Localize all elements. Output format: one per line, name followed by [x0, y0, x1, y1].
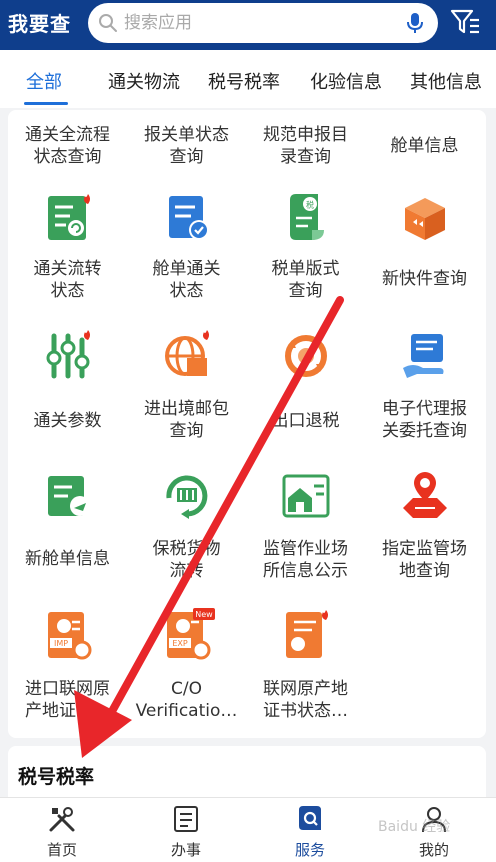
grid-item-label: 税单版式 查询 [271, 259, 340, 301]
grid-item-label: 报关单状态 查询 [144, 125, 229, 167]
grid-item-manifest-info[interactable]: 舱单信息 [365, 135, 484, 157]
grid-item-label: C/O Verificatio… [135, 679, 238, 721]
svg-text:New: New [195, 610, 213, 619]
warehouse-icon [282, 474, 329, 518]
tab-lab-info[interactable]: 化验信息 [310, 68, 382, 94]
grid-item-label: 进口联网原 产地证明… [25, 679, 110, 721]
customs-flow-icon [47, 194, 90, 240]
svg-text:EXP: EXP [172, 639, 188, 648]
bonded-cycle-icon [165, 475, 207, 519]
grid-item-new-manifest[interactable]: 新舱单信息 [8, 468, 127, 570]
grid-item-label: 通关全流程 状态查询 [25, 125, 110, 167]
category-tabs: 全部 通关物流 税号税率 化验信息 其他信息 [0, 50, 496, 108]
globe-mail-icon [164, 330, 209, 376]
active-tab-indicator [24, 102, 68, 105]
watermark: Baidu 经验 [378, 819, 451, 835]
tab-customs-logistics[interactable]: 通关物流 [108, 68, 180, 94]
grid-item-customs-full-status[interactable]: 通关全流程 状态查询 [8, 124, 127, 168]
certificate-status-icon [285, 610, 328, 658]
grid-item-label: 指定监管场 地查询 [382, 539, 467, 581]
grid-item-co-verification[interactable]: EXP New C/O Verificatio… [127, 608, 246, 722]
grid-item-customs-flow[interactable]: 通关流转 状态 [8, 190, 127, 302]
grid-item-label: 监管作业场 所信息公示 [263, 539, 348, 581]
certificate-imp-icon: IMP [47, 612, 91, 660]
checklist-icon [174, 806, 198, 832]
nav-item-service[interactable]: 服务 [248, 804, 372, 860]
grid-item-label: 新快件查询 [382, 269, 467, 289]
nav-label: 我的 [418, 841, 449, 859]
search-box[interactable] [88, 3, 438, 43]
grid-item-label: 通关流转 状态 [33, 259, 102, 301]
refund-cycle-icon [284, 335, 327, 377]
grid-item-label: 新舱单信息 [25, 549, 110, 569]
search-icon [99, 14, 117, 32]
grid-item-label: 保税货物 流转 [152, 539, 221, 581]
search-input[interactable] [124, 3, 384, 43]
grid-item-tax-form[interactable]: 税 税单版式 查询 [246, 190, 365, 302]
grid-item-label: 联网原产地 证书状态… [263, 679, 348, 721]
section-title: 税号税率 [18, 766, 95, 788]
grid-item-import-origin-cert[interactable]: IMP 进口联网原 产地证明… [8, 608, 127, 722]
tab-all[interactable]: 全部 [26, 68, 62, 94]
nav-label: 首页 [46, 841, 77, 859]
grid-item-manifest-status[interactable]: 舱单通关 状态 [127, 190, 246, 302]
flight-document-icon [47, 476, 90, 516]
grid-item-bonded-goods[interactable]: 保税货物 流转 [127, 468, 246, 582]
grid-item-supervision-site[interactable]: 监管作业场 所信息公示 [246, 468, 365, 582]
filter-icon[interactable] [449, 8, 481, 38]
tax-form-icon: 税 [289, 194, 324, 240]
grid-item-label: 规范申报目 录查询 [263, 125, 348, 167]
hand-document-icon [402, 334, 443, 378]
grid-item-agency-entrust[interactable]: 电子代理报 关委托查询 [365, 328, 484, 442]
grid-item-express-query[interactable]: 新快件查询 [365, 190, 484, 290]
svg-text:税: 税 [306, 200, 314, 210]
grid-item-export-refund[interactable]: 出口退税 [246, 328, 365, 432]
grid-item-label: 进出境邮包 查询 [144, 399, 229, 441]
tab-tariff[interactable]: 税号税率 [208, 68, 280, 94]
nav-item-tasks[interactable]: 办事 [124, 804, 248, 860]
top-header: 我要查 [0, 0, 496, 50]
grid-item-postal-package[interactable]: 进出境邮包 查询 [127, 328, 246, 442]
microphone-icon[interactable] [404, 12, 426, 34]
package-icon [404, 198, 445, 240]
home-tools-icon [49, 807, 75, 832]
grid-item-label: 舱单通关 状态 [152, 259, 221, 301]
grid-item-declaration-status[interactable]: 报关单状态 查询 [127, 124, 246, 168]
settings-sliders-icon [46, 330, 90, 379]
grid-item-label: 电子代理报 关委托查询 [382, 399, 467, 441]
nav-item-home[interactable]: 首页 [0, 804, 124, 860]
tab-other-info[interactable]: 其他信息 [410, 68, 482, 94]
nav-label: 办事 [170, 841, 201, 859]
manifest-status-icon [168, 196, 209, 240]
service-search-icon [299, 806, 321, 830]
app-grid-card: 通关全流程 状态查询 报关单状态 查询 规范申报目 录查询 舱单信息 通关流转 … [8, 110, 486, 738]
grid-item-label: 出口退税 [271, 411, 340, 431]
map-pin-icon [402, 472, 447, 518]
certificate-exp-icon: EXP New [166, 608, 215, 660]
grid-item-label: 舱单信息 [390, 136, 459, 156]
grid-item-customs-params[interactable]: 通关参数 [8, 328, 127, 432]
grid-item-declaration-catalog[interactable]: 规范申报目 录查询 [246, 124, 365, 168]
svg-text:IMP: IMP [53, 639, 67, 648]
grid-item-origin-cert-status[interactable]: 联网原产地 证书状态… [246, 608, 365, 722]
grid-item-label: 通关参数 [33, 411, 102, 431]
nav-label: 服务 [294, 841, 325, 859]
grid-item-designated-site[interactable]: 指定监管场 地查询 [365, 468, 484, 582]
app-title: 我要查 [8, 12, 71, 36]
